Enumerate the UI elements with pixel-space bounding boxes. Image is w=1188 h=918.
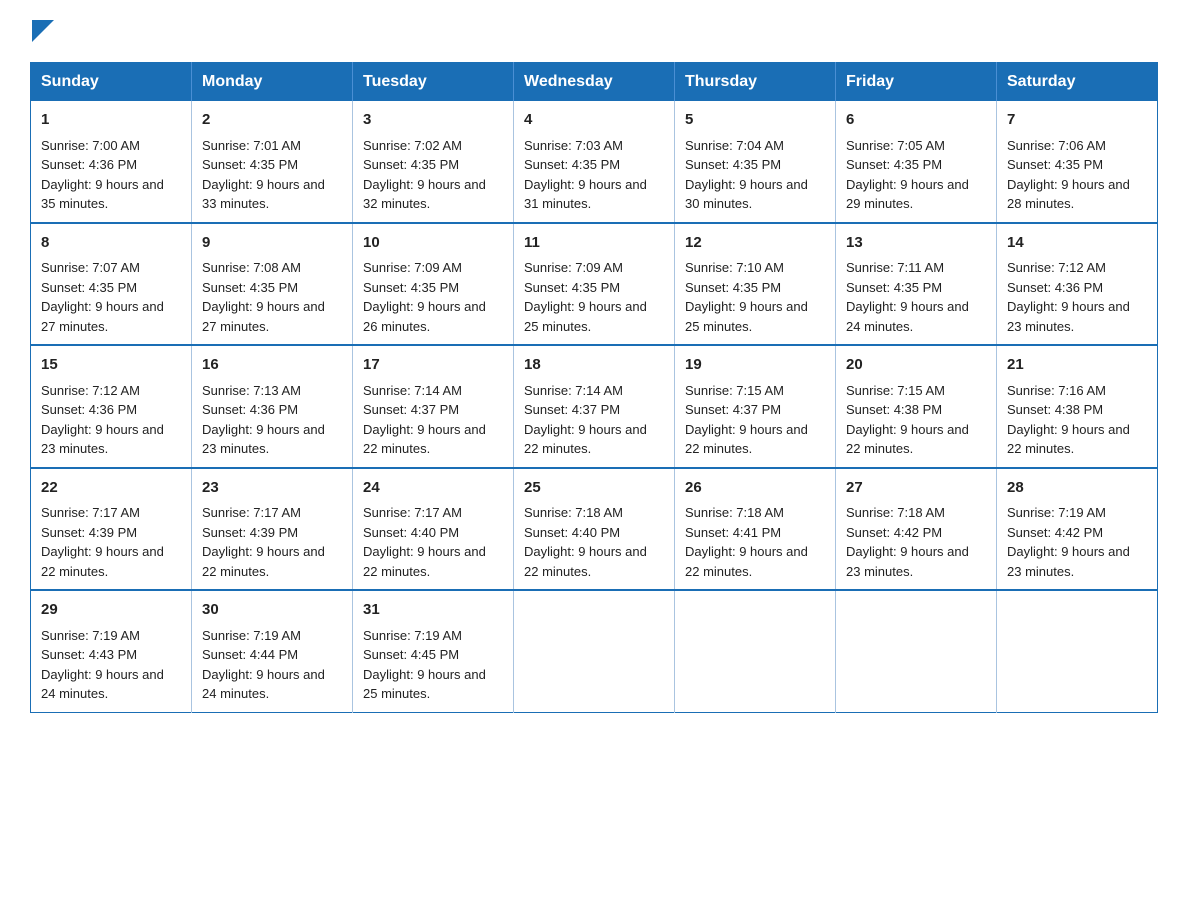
calendar-cell: 27Sunrise: 7:18 AMSunset: 4:42 PMDayligh… (836, 468, 997, 591)
calendar-cell: 8Sunrise: 7:07 AMSunset: 4:35 PMDaylight… (31, 223, 192, 346)
calendar-cell: 19Sunrise: 7:15 AMSunset: 4:37 PMDayligh… (675, 345, 836, 468)
calendar-week-row: 29Sunrise: 7:19 AMSunset: 4:43 PMDayligh… (31, 590, 1158, 712)
calendar-cell: 12Sunrise: 7:10 AMSunset: 4:35 PMDayligh… (675, 223, 836, 346)
day-number: 15 (41, 354, 181, 377)
day-number: 27 (846, 477, 986, 500)
calendar-cell: 26Sunrise: 7:18 AMSunset: 4:41 PMDayligh… (675, 468, 836, 591)
day-number: 21 (1007, 354, 1147, 377)
day-number: 4 (524, 109, 664, 132)
day-number: 31 (363, 599, 503, 622)
day-number: 6 (846, 109, 986, 132)
day-number: 11 (524, 232, 664, 255)
header-tuesday: Tuesday (353, 63, 514, 102)
calendar-cell: 17Sunrise: 7:14 AMSunset: 4:37 PMDayligh… (353, 345, 514, 468)
day-number: 5 (685, 109, 825, 132)
calendar-cell: 25Sunrise: 7:18 AMSunset: 4:40 PMDayligh… (514, 468, 675, 591)
calendar-table: SundayMondayTuesdayWednesdayThursdayFrid… (30, 62, 1158, 713)
day-number: 3 (363, 109, 503, 132)
day-number: 18 (524, 354, 664, 377)
day-number: 28 (1007, 477, 1147, 500)
day-number: 12 (685, 232, 825, 255)
calendar-cell: 16Sunrise: 7:13 AMSunset: 4:36 PMDayligh… (192, 345, 353, 468)
day-number: 16 (202, 354, 342, 377)
day-number: 10 (363, 232, 503, 255)
calendar-cell: 15Sunrise: 7:12 AMSunset: 4:36 PMDayligh… (31, 345, 192, 468)
day-number: 25 (524, 477, 664, 500)
calendar-cell: 22Sunrise: 7:17 AMSunset: 4:39 PMDayligh… (31, 468, 192, 591)
day-number: 20 (846, 354, 986, 377)
calendar-cell: 23Sunrise: 7:17 AMSunset: 4:39 PMDayligh… (192, 468, 353, 591)
calendar-cell (997, 590, 1158, 712)
calendar-cell (675, 590, 836, 712)
day-number: 8 (41, 232, 181, 255)
calendar-cell: 18Sunrise: 7:14 AMSunset: 4:37 PMDayligh… (514, 345, 675, 468)
day-number: 13 (846, 232, 986, 255)
day-number: 19 (685, 354, 825, 377)
calendar-cell: 7Sunrise: 7:06 AMSunset: 4:35 PMDaylight… (997, 101, 1158, 223)
calendar-cell: 1Sunrise: 7:00 AMSunset: 4:36 PMDaylight… (31, 101, 192, 223)
logo (30, 20, 54, 42)
calendar-cell: 6Sunrise: 7:05 AMSunset: 4:35 PMDaylight… (836, 101, 997, 223)
calendar-cell: 28Sunrise: 7:19 AMSunset: 4:42 PMDayligh… (997, 468, 1158, 591)
calendar-cell: 3Sunrise: 7:02 AMSunset: 4:35 PMDaylight… (353, 101, 514, 223)
calendar-cell: 5Sunrise: 7:04 AMSunset: 4:35 PMDaylight… (675, 101, 836, 223)
day-number: 2 (202, 109, 342, 132)
day-number: 17 (363, 354, 503, 377)
header-monday: Monday (192, 63, 353, 102)
day-number: 22 (41, 477, 181, 500)
calendar-week-row: 1Sunrise: 7:00 AMSunset: 4:36 PMDaylight… (31, 101, 1158, 223)
calendar-cell: 10Sunrise: 7:09 AMSunset: 4:35 PMDayligh… (353, 223, 514, 346)
calendar-cell: 24Sunrise: 7:17 AMSunset: 4:40 PMDayligh… (353, 468, 514, 591)
calendar-cell: 2Sunrise: 7:01 AMSunset: 4:35 PMDaylight… (192, 101, 353, 223)
day-number: 9 (202, 232, 342, 255)
header-thursday: Thursday (675, 63, 836, 102)
header-saturday: Saturday (997, 63, 1158, 102)
calendar-cell: 13Sunrise: 7:11 AMSunset: 4:35 PMDayligh… (836, 223, 997, 346)
day-number: 14 (1007, 232, 1147, 255)
calendar-cell: 11Sunrise: 7:09 AMSunset: 4:35 PMDayligh… (514, 223, 675, 346)
calendar-cell: 14Sunrise: 7:12 AMSunset: 4:36 PMDayligh… (997, 223, 1158, 346)
header-friday: Friday (836, 63, 997, 102)
day-number: 26 (685, 477, 825, 500)
logo-triangle-icon (32, 20, 54, 42)
calendar-cell: 29Sunrise: 7:19 AMSunset: 4:43 PMDayligh… (31, 590, 192, 712)
day-number: 30 (202, 599, 342, 622)
calendar-cell: 31Sunrise: 7:19 AMSunset: 4:45 PMDayligh… (353, 590, 514, 712)
calendar-cell: 9Sunrise: 7:08 AMSunset: 4:35 PMDaylight… (192, 223, 353, 346)
calendar-week-row: 22Sunrise: 7:17 AMSunset: 4:39 PMDayligh… (31, 468, 1158, 591)
calendar-week-row: 15Sunrise: 7:12 AMSunset: 4:36 PMDayligh… (31, 345, 1158, 468)
calendar-cell: 20Sunrise: 7:15 AMSunset: 4:38 PMDayligh… (836, 345, 997, 468)
day-number: 29 (41, 599, 181, 622)
calendar-cell: 30Sunrise: 7:19 AMSunset: 4:44 PMDayligh… (192, 590, 353, 712)
page-header (30, 20, 1158, 42)
calendar-header-row: SundayMondayTuesdayWednesdayThursdayFrid… (31, 63, 1158, 102)
calendar-cell (836, 590, 997, 712)
day-number: 24 (363, 477, 503, 500)
calendar-week-row: 8Sunrise: 7:07 AMSunset: 4:35 PMDaylight… (31, 223, 1158, 346)
day-number: 23 (202, 477, 342, 500)
calendar-cell: 4Sunrise: 7:03 AMSunset: 4:35 PMDaylight… (514, 101, 675, 223)
header-sunday: Sunday (31, 63, 192, 102)
calendar-cell: 21Sunrise: 7:16 AMSunset: 4:38 PMDayligh… (997, 345, 1158, 468)
header-wednesday: Wednesday (514, 63, 675, 102)
calendar-cell (514, 590, 675, 712)
day-number: 1 (41, 109, 181, 132)
day-number: 7 (1007, 109, 1147, 132)
